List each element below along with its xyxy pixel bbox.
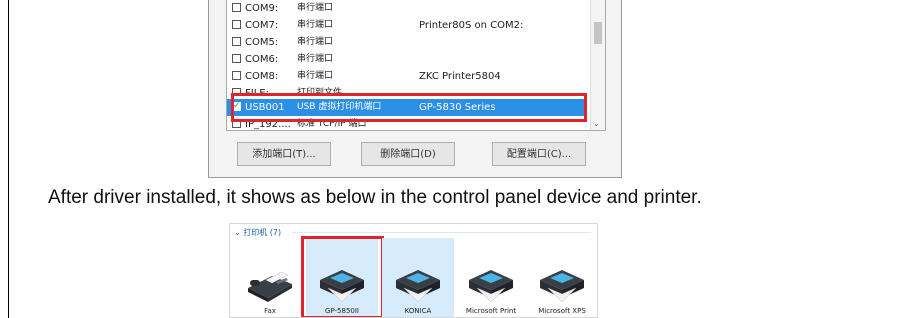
device-microsoft-xps[interactable]: Microsoft XPS bbox=[526, 238, 597, 317]
port-checkbox[interactable] bbox=[232, 71, 241, 80]
port-row-com5[interactable]: COM5: 串行端口 bbox=[227, 34, 585, 51]
group-divider bbox=[292, 232, 591, 233]
group-header-label: 打印机 (7) bbox=[243, 228, 282, 237]
printer-icon bbox=[540, 270, 584, 303]
device-konica[interactable]: KONICA bbox=[382, 238, 454, 317]
device-label: Fax bbox=[264, 307, 276, 315]
port-name: COM5: bbox=[245, 37, 279, 48]
configure-port-button[interactable]: 配置端口(C)... bbox=[492, 142, 586, 166]
port-row-com7[interactable]: COM7: 串行端口 Printer80S on COM2: bbox=[227, 17, 585, 34]
devices-and-printers-panel: ⌄ 打印机 (7) Fax GP-5850II KONICA Microsoft… bbox=[229, 223, 598, 318]
port-description: 串行端口 bbox=[297, 37, 334, 47]
device-label: Microsoft XPS bbox=[538, 307, 586, 315]
port-printer: Printer80S on COM2: bbox=[419, 20, 524, 31]
selection-highlight-box bbox=[231, 93, 587, 122]
port-description: 串行端口 bbox=[297, 20, 334, 30]
device-highlight-box bbox=[301, 236, 384, 317]
port-checkbox[interactable] bbox=[232, 3, 241, 12]
port-row-com9[interactable]: COM9: 串行端口 bbox=[227, 0, 585, 17]
port-checkbox[interactable] bbox=[232, 37, 241, 46]
device-fax[interactable]: Fax bbox=[234, 238, 306, 317]
port-checkbox[interactable] bbox=[232, 20, 241, 29]
port-description: 串行端口 bbox=[297, 54, 334, 64]
scrollbar-thumb[interactable] bbox=[594, 22, 602, 44]
add-port-button[interactable]: 添加端口(T)... bbox=[237, 142, 331, 166]
port-name: COM9: bbox=[245, 3, 279, 14]
printer-icon bbox=[469, 270, 513, 303]
page-left-border bbox=[8, 0, 9, 318]
device-label: KONICA bbox=[404, 307, 432, 315]
port-list-scrollbar[interactable]: ⌄ bbox=[590, 0, 605, 130]
fax-icon bbox=[248, 271, 292, 302]
delete-port-button[interactable]: 删除端口(D) bbox=[361, 142, 455, 166]
port-row-com8[interactable]: COM8: 串行端口 ZKC Printer5804 bbox=[227, 68, 585, 85]
port-printer: ZKC Printer5804 bbox=[419, 71, 501, 82]
port-description: 串行端口 bbox=[297, 71, 334, 81]
port-checkbox[interactable] bbox=[232, 54, 241, 63]
device-label: Microsoft Print bbox=[465, 307, 517, 315]
port-name: COM7: bbox=[245, 20, 279, 31]
port-name: COM8: bbox=[245, 71, 279, 82]
chevron-down-icon[interactable]: ⌄ bbox=[593, 119, 600, 128]
port-description: 串行端口 bbox=[297, 3, 334, 13]
caption-text: After driver installed, it shows as belo… bbox=[48, 187, 702, 208]
device-microsoft-print[interactable]: Microsoft Print bbox=[455, 238, 527, 317]
port-row-com6[interactable]: COM6: 串行端口 bbox=[227, 51, 585, 68]
printers-group-header[interactable]: ⌄ 打印机 (7) bbox=[234, 227, 281, 238]
printer-ports-dialog: COM9: 串行端口 COM7: 串行端口 Printer80S on COM2… bbox=[208, 0, 622, 178]
printer-icon bbox=[396, 270, 440, 303]
port-name: COM6: bbox=[245, 54, 279, 65]
